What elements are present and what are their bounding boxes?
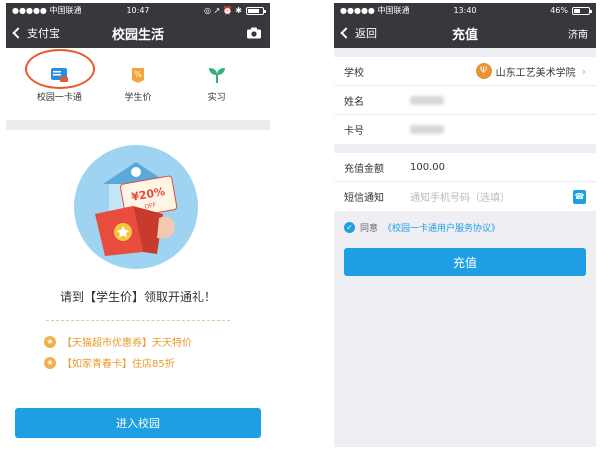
row-label: 卡号 <box>344 126 364 137</box>
sprout-icon <box>208 68 225 83</box>
recharge-button[interactable]: 充值 <box>344 248 586 276</box>
back-button[interactable]: 返回 <box>340 25 377 41</box>
school-value: Ψ 山东工艺美术学院 › <box>410 63 586 79</box>
quick-actions: 校园一卡通 % 学生价 实习 <box>6 48 270 120</box>
gift-illustration: ¥20% OFF <box>74 145 198 269</box>
carrier-label: ●●●●● 中国联通 <box>340 6 410 15</box>
chevron-left-icon <box>12 27 24 39</box>
offer-item[interactable]: ★ 【如家青春卡】住店85折 <box>44 355 175 370</box>
svg-text:%: % <box>134 70 142 79</box>
offer-text: 【如家青春卡】住店85折 <box>62 359 175 370</box>
camera-icon <box>247 27 261 39</box>
back-label: 支付宝 <box>27 27 60 40</box>
highlight-circle <box>25 49 96 89</box>
agreement-prefix: 同意 <box>360 224 379 234</box>
checkbox-checked-icon[interactable]: ✓ <box>344 222 355 233</box>
offer-item[interactable]: ★ 【天猫超市优惠券】天天特价 <box>44 334 192 349</box>
chevron-right-icon: › <box>581 64 586 78</box>
battery-percent: 46% <box>550 6 568 15</box>
agreement-link[interactable]: 《校园一卡通用户服务协议》 <box>383 221 500 234</box>
amount-row[interactable]: 充值金额 100.00 <box>334 153 596 182</box>
amount-input[interactable]: 100.00 <box>410 162 586 173</box>
left-phone-screen: ●●●●● 中国联通 10:47 ◎ ↗ ⏰ ✱ 支付宝 校园生活 校园一卡通 … <box>6 3 270 447</box>
status-bar: ●●●●● 中国联通 13:40 46% <box>334 3 596 18</box>
blurred-name <box>410 95 444 105</box>
quick-item-campus-card[interactable]: 校园一卡通 <box>25 49 96 103</box>
quick-item-label: 校园一卡通 <box>36 93 82 103</box>
enter-campus-button[interactable]: 进入校园 <box>15 408 261 438</box>
nav-bar: 支付宝 校园生活 <box>6 18 270 48</box>
card-info-group: 学校 Ψ 山东工艺美术学院 › 姓名 卡号 <box>334 57 596 144</box>
offer-text: 【天猫超市优惠券】天天特价 <box>62 338 192 349</box>
agreement-row[interactable]: ✓ 同意 《校园一卡通用户服务协议》 <box>334 211 596 234</box>
status-icons: 46% <box>550 6 592 15</box>
row-label: 充值金额 <box>344 163 384 175</box>
name-row: 姓名 <box>334 86 596 115</box>
recharge-group: 充值金额 100.00 短信通知 通知手机号码（选填） ☎ <box>334 153 596 211</box>
phone-input[interactable]: 通知手机号码（选填） <box>410 189 573 204</box>
camera-button[interactable] <box>246 27 262 39</box>
star-icon: ★ <box>44 335 56 348</box>
quick-item-internship[interactable]: 实习 <box>189 65 245 103</box>
chevron-left-icon <box>340 27 352 39</box>
discount-tag-icon: % <box>131 68 144 83</box>
sms-row[interactable]: 短信通知 通知手机号码（选填） ☎ <box>334 182 596 211</box>
battery-icon <box>246 6 266 15</box>
right-phone-screen: ●●●●● 中国联通 13:40 46% 返回 充值 济南 学校 Ψ 山东工艺美… <box>334 3 596 447</box>
back-button[interactable]: 支付宝 <box>12 25 60 41</box>
nav-bar: 返回 充值 济南 <box>334 18 596 48</box>
star-icon: ★ <box>44 356 56 369</box>
contact-book-icon[interactable]: ☎ <box>573 189 586 204</box>
blurred-card-number <box>410 125 444 134</box>
promo-panel: ¥20% OFF 请到【学生价】领取开通礼！ ★ 【天猫超市优惠券】天天特价 ★… <box>6 130 270 447</box>
school-name: 山东工艺美术学院 <box>495 67 576 79</box>
status-bar: ●●●●● 中国联通 10:47 ◎ ↗ ⏰ ✱ <box>6 3 270 18</box>
school-row[interactable]: 学校 Ψ 山东工艺美术学院 › <box>334 57 596 86</box>
status-extra-icons: ◎ ↗ ⏰ ✱ <box>204 6 242 15</box>
quick-item-student-price[interactable]: % 学生价 <box>110 65 166 103</box>
dashed-divider <box>46 320 230 321</box>
back-label: 返回 <box>355 27 377 40</box>
row-label: 姓名 <box>344 96 364 108</box>
carrier-label: ●●●●● 中国联通 <box>12 6 82 15</box>
battery-icon <box>572 6 592 15</box>
school-logo-icon: Ψ <box>475 63 492 79</box>
status-icons: ◎ ↗ ⏰ ✱ <box>204 6 266 15</box>
quick-item-label: 实习 <box>207 93 226 103</box>
row-label: 学校 <box>344 67 364 79</box>
row-label: 短信通知 <box>344 193 384 204</box>
city-selector[interactable]: 济南 <box>568 26 588 41</box>
promo-headline: 请到【学生价】领取开通礼！ <box>59 290 216 304</box>
card-number-row: 卡号 <box>334 115 596 144</box>
quick-item-label: 学生价 <box>124 93 152 103</box>
